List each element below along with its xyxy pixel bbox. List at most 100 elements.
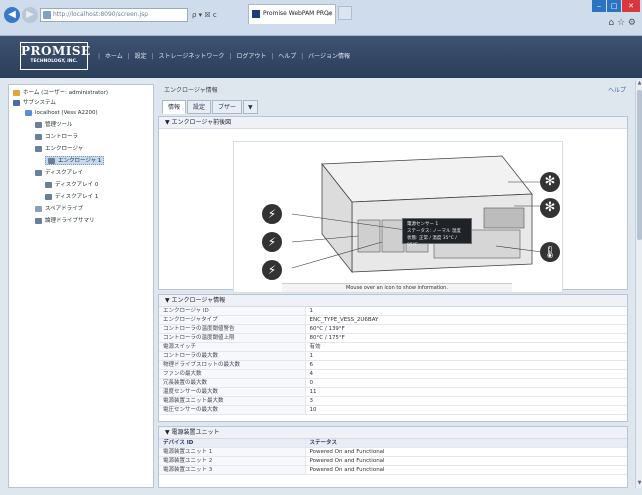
tree-item-spare-drive[interactable]: スペアドライブ [35, 205, 83, 214]
spare-drive-icon [35, 205, 42, 212]
tree-item-subsystem[interactable]: サブシステム [13, 99, 56, 108]
table-row: コントローラの最大数 1 [159, 351, 627, 361]
row-value: 10 [305, 405, 627, 415]
tree-item-disk-array-0[interactable]: ディスクアレイ 0 [45, 181, 98, 190]
page-favicon-icon [43, 11, 51, 19]
table-row: エンクロージャ ID 1 [159, 307, 627, 316]
tooltip-line: 電源センサー 1 [407, 222, 439, 227]
close-window-button[interactable]: ✕ [622, 0, 640, 12]
table-row: 冗長装置の最大数 0 [159, 378, 627, 388]
row-value: 11 [305, 387, 627, 397]
tree-item-localhost[interactable]: localhost (Vess A2200) [25, 109, 98, 118]
address-bar[interactable]: http://localhost:8090/screen.jsp [40, 8, 188, 22]
logical-drive-icon [35, 217, 42, 224]
power-bolt-icon[interactable]: ⚡ [262, 232, 282, 252]
tree-item-enclosure-1[interactable]: エンクロージャ 1 [45, 156, 105, 165]
logo-text: PROMISE [21, 44, 91, 58]
menu-help[interactable]: ヘルプ [278, 53, 296, 60]
maximize-button[interactable]: □ [607, 0, 621, 12]
tab-settings[interactable]: 設定 [187, 100, 212, 114]
thermometer-icon[interactable]: 🌡 [540, 242, 560, 262]
sensor-tooltip: 電源センサー 1 ステータス: ノーマル 温度 状態: 正常 / 温度 35°C… [402, 218, 472, 248]
fan-icon[interactable]: ✻ [540, 198, 560, 218]
browser-tab[interactable]: Promise WebPAM PROe × [248, 4, 336, 24]
tab-buzzer[interactable]: ブザー [212, 100, 243, 114]
row-key: 電源装置ユニット最大数 [159, 396, 306, 406]
enclosure-info-table: エンクロージャ ID 1 エンクロージャタイプ ENC_TYPE_VESS_2U6BA… [159, 307, 627, 415]
power-bolt-icon[interactable]: ⚡ [262, 204, 282, 224]
tree-item-disk-array[interactable]: ディスクアレイ [35, 169, 83, 178]
minimize-button[interactable]: ‒ [592, 0, 606, 12]
row-value: Powered On and Functional [305, 447, 627, 457]
tree-item-controller[interactable]: コントローラ [35, 133, 78, 142]
new-tab-button[interactable] [338, 6, 352, 20]
subsystem-icon [13, 99, 20, 106]
scroll-up-icon[interactable]: ▲ [636, 80, 642, 88]
logo-subtext: TECHNOLOGY, INC. [30, 59, 78, 64]
row-key: コントローラの温度閾値上限 [159, 333, 306, 343]
table-row: 電源装置ユニット最大数 3 [159, 396, 627, 406]
server-icon [25, 109, 32, 116]
tab-close-icon[interactable]: × [326, 5, 332, 23]
tooltip-line: ステータス: ノーマル 温度 [407, 229, 461, 234]
forward-icon[interactable]: ▶ [22, 7, 38, 23]
row-value: Powered On and Functional [305, 456, 627, 466]
menu-about[interactable]: バージョン情報 [308, 53, 350, 60]
table-row: 電源装置ユニット 1 Powered On and Functional [159, 447, 627, 457]
table-row: 温度センサーの最大数 11 [159, 387, 627, 397]
psu-section: ▼ 電源装置ユニット デバイス ID ステータス 電源装置ユニット 1 Power… [158, 426, 628, 488]
enclosure-info-header[interactable]: ▼ エンクロージャ情報 [159, 295, 627, 307]
row-value: ENC_TYPE_VESS_2U6BAY [305, 315, 627, 325]
promise-logo: PROMISE TECHNOLOGY, INC. [20, 42, 91, 70]
table-row: 電源スイッチ 有効 [159, 342, 627, 352]
tree-item-home[interactable]: ホーム (ユーザー: administrator) [13, 89, 108, 98]
window-controls: ‒ □ ✕ [591, 0, 640, 12]
fan-icon[interactable]: ✻ [540, 172, 560, 192]
page-title: エンクロージャ情報 [164, 87, 218, 94]
table-row: 物理ドライブスロットの最大数 6 [159, 360, 627, 370]
row-key: 電圧センサーの最大数 [159, 405, 306, 415]
row-value: 4 [305, 369, 627, 379]
row-value: 0 [305, 378, 627, 388]
controller-icon [35, 133, 42, 140]
enclosure-unit-icon [48, 157, 55, 164]
scroll-down-icon[interactable]: ▼ [636, 480, 642, 488]
table-row: ファンの最大数 4 [159, 369, 627, 379]
main-panel: エンクロージャ情報 ヘルプ 情報 設定 ブザー ▼ ▼ エンクロージャ前後図 ⚡… [158, 80, 634, 488]
table-header-row: デバイス ID ステータス [159, 439, 627, 448]
tab-dropdown-icon[interactable]: ▼ [243, 100, 258, 114]
tree-item-logical-drive-summary[interactable]: 論理ドライブサマリ [35, 217, 95, 226]
psu-section-header[interactable]: ▼ 電源装置ユニット [159, 427, 627, 439]
browser-tools-icons[interactable]: ⌂ ☆ ⚙ [608, 18, 636, 28]
tab-title: Promise WebPAM PROe [263, 10, 333, 17]
table-row: コントローラの温度閾値警告 60°C / 139°F [159, 324, 627, 334]
row-value: Powered On and Functional [305, 465, 627, 475]
tab-info[interactable]: 情報 [162, 100, 187, 114]
tree-item-disk-array-1[interactable]: ディスクアレイ 1 [45, 193, 98, 202]
row-value: 60°C / 139°F [305, 324, 627, 334]
power-bolt-icon[interactable]: ⚡ [262, 260, 282, 280]
help-link[interactable]: ヘルプ [608, 85, 626, 94]
address-tools[interactable]: ρ ▾ ☒ ᴄ [192, 8, 246, 22]
menu-storage-network[interactable]: ストレージネットワーク [159, 53, 225, 60]
table-row: 電源装置ユニット 2 Powered On and Functional [159, 456, 627, 466]
table-row: エンクロージャタイプ ENC_TYPE_VESS_2U6BAY [159, 315, 627, 325]
menu-home[interactable]: ホーム [105, 53, 123, 60]
browser-chrome: ◀ ▶ http://localhost:8090/screen.jsp ρ ▾… [0, 0, 642, 36]
tree-item-admin-tools[interactable]: 管理ツール [35, 121, 73, 130]
row-key: 温度センサーの最大数 [159, 387, 306, 397]
row-value: 1 [305, 307, 627, 316]
menu-settings[interactable]: 設定 [135, 53, 147, 60]
disk-icon [45, 193, 52, 200]
row-key: 電源装置ユニット 2 [159, 456, 306, 466]
tree-item-enclosure[interactable]: エンクロージャ [35, 145, 83, 154]
row-key: 物理ドライブスロットの最大数 [159, 360, 306, 370]
scroll-thumb[interactable] [637, 90, 642, 240]
tab-bar: 情報 設定 ブザー ▼ [162, 100, 259, 114]
back-icon[interactable]: ◀ [4, 7, 20, 23]
row-key: コントローラの最大数 [159, 351, 306, 361]
diagram-section-header[interactable]: ▼ エンクロージャ前後図 [159, 117, 627, 129]
page-scrollbar[interactable]: ▲ ▼ [635, 80, 642, 488]
menu-logout[interactable]: ログアウト [236, 53, 266, 60]
row-value: 6 [305, 360, 627, 370]
